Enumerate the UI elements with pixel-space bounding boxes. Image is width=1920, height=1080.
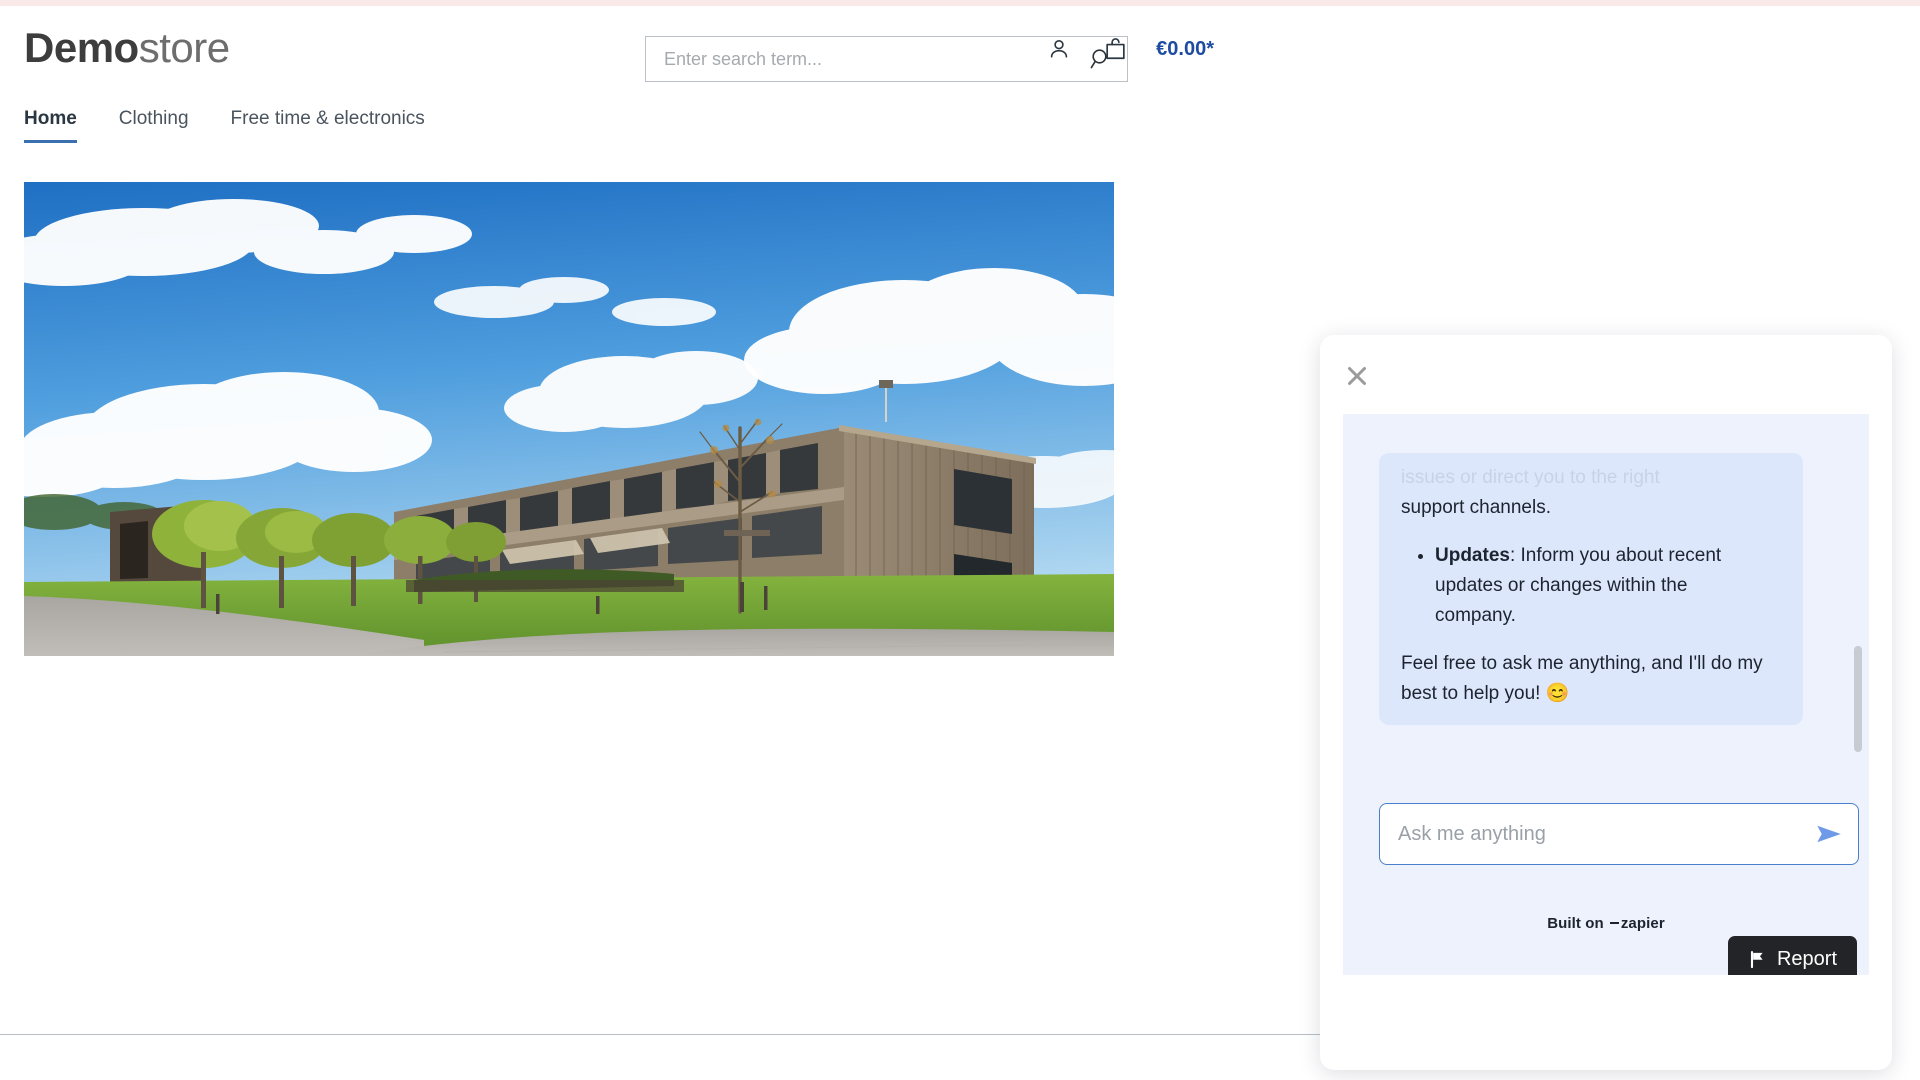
chat-message-scroll-area[interactable]: issues or direct you to the right suppor… — [1343, 414, 1869, 774]
chat-message-continuation: support channels. — [1401, 497, 1551, 518]
cart-button[interactable] — [1098, 32, 1132, 66]
zapier-brand: zapier — [1610, 915, 1665, 932]
flag-icon — [1750, 950, 1763, 968]
nav-item-home[interactable]: Home — [24, 108, 77, 143]
built-on-label: Built on zapier — [1343, 915, 1869, 932]
shopping-bag-icon — [1105, 37, 1125, 59]
chat-message-bullet-list: Updates: Inform you about recent updates… — [1379, 541, 1803, 631]
hero-image — [24, 182, 1114, 656]
main-navigation: Home Clothing Free time & electronics — [24, 108, 425, 143]
logo-light-text: store — [138, 24, 230, 71]
close-icon — [1348, 367, 1366, 385]
chat-message-closing: Feel free to ask me anything, and I'll d… — [1401, 653, 1763, 704]
nav-item-clothing[interactable]: Clothing — [119, 108, 189, 143]
user-icon — [1050, 39, 1068, 58]
chat-widget: issues or direct you to the right suppor… — [1320, 335, 1892, 1070]
site-header: Demostore Enter search term... €0.00* — [0, 6, 1920, 96]
send-arrow-icon — [1817, 825, 1841, 843]
page-root: Demostore Enter search term... €0.00* Ho… — [0, 0, 1920, 1080]
chat-send-button[interactable] — [1800, 804, 1858, 864]
list-item: Updates: Inform you about recent updates… — [1435, 541, 1803, 631]
report-label: Report — [1776, 947, 1837, 970]
chat-close-button[interactable] — [1342, 361, 1372, 391]
header-actions: €0.00* — [1042, 32, 1920, 66]
nav-item-free-time-electronics[interactable]: Free time & electronics — [231, 108, 425, 143]
page-divider — [0, 1034, 1320, 1035]
chat-message-bubble: issues or direct you to the right suppor… — [1379, 453, 1803, 725]
chat-message-faded-line: issues or direct you to the right — [1401, 467, 1660, 488]
chat-body: issues or direct you to the right suppor… — [1343, 414, 1869, 975]
report-button[interactable]: Report — [1727, 936, 1857, 975]
built-on-text: Built on — [1547, 915, 1604, 932]
site-logo[interactable]: Demostore — [24, 22, 230, 74]
search-input[interactable] — [646, 37, 1075, 81]
account-button[interactable] — [1042, 32, 1076, 66]
cart-total-amount[interactable]: €0.00* — [1156, 38, 1214, 61]
chat-input[interactable] — [1380, 804, 1800, 864]
chat-header — [1320, 335, 1892, 414]
hero-illustration — [24, 182, 1114, 656]
bullet-term: Updates — [1435, 545, 1510, 566]
logo-bold-text: Demo — [24, 24, 139, 71]
chat-input-row[interactable] — [1379, 803, 1859, 865]
chat-scrollbar-track[interactable] — [1853, 414, 1863, 774]
chat-scrollbar-thumb[interactable] — [1854, 646, 1862, 752]
